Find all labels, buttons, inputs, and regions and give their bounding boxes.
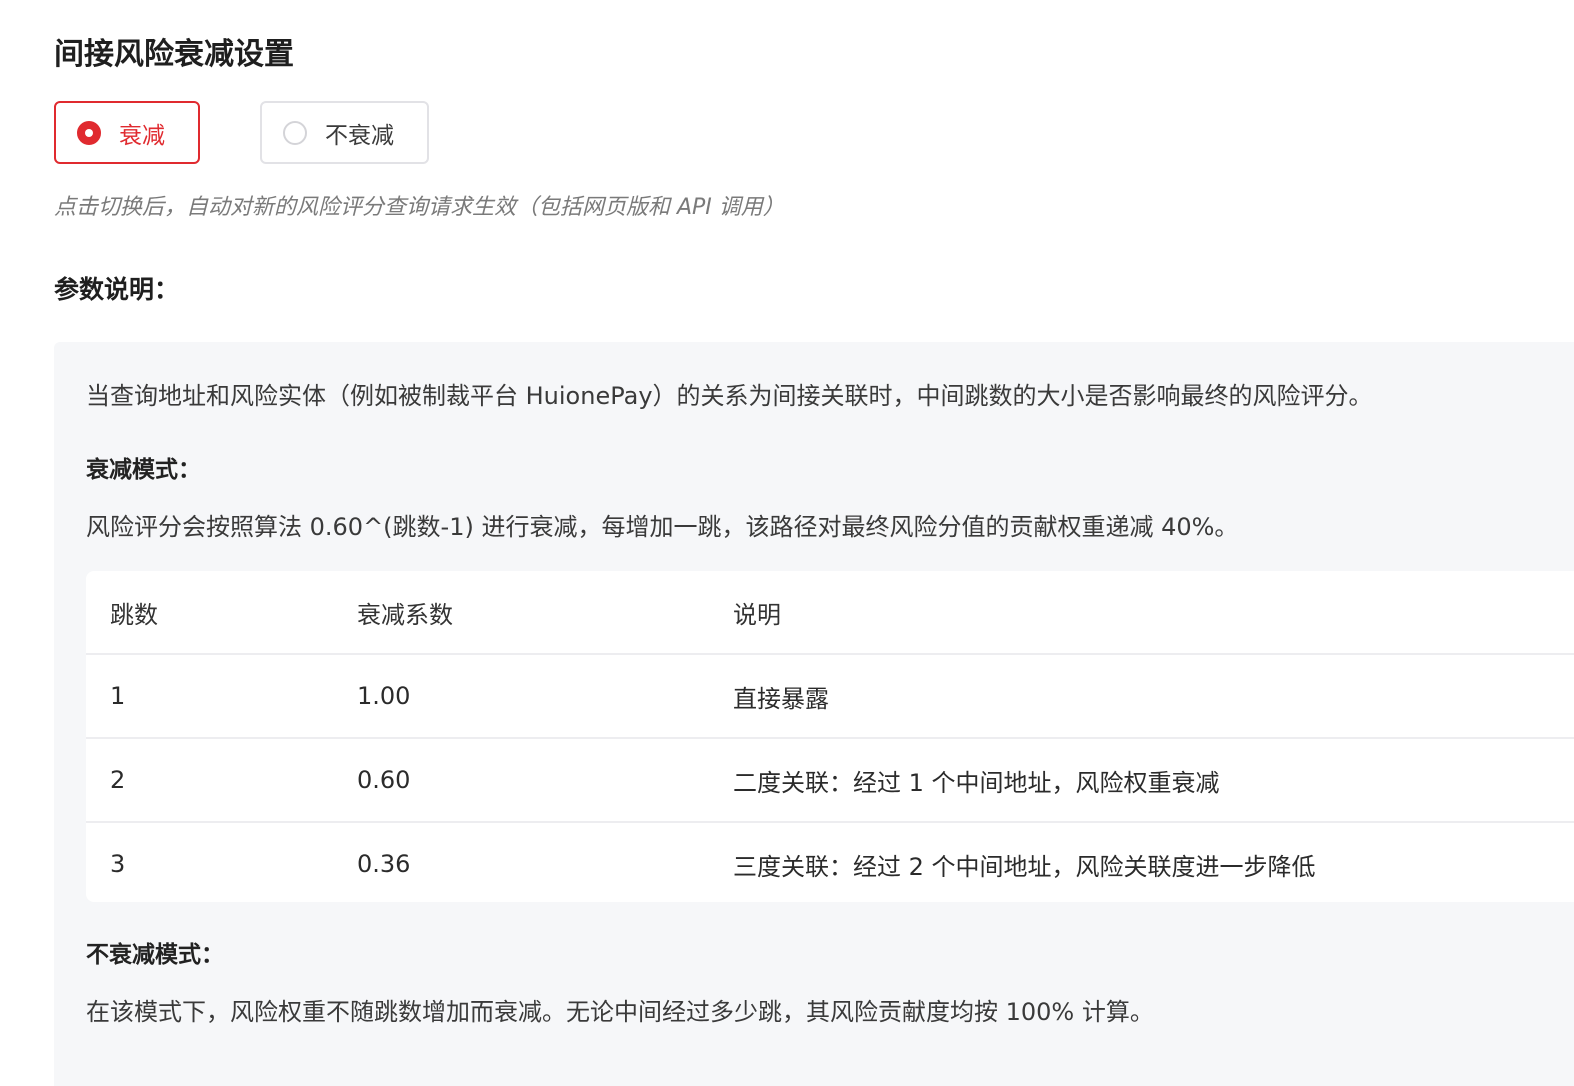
column-header-coefficient: 衰减系数 — [357, 600, 453, 629]
no-decay-mode-heading: 不衰减模式： — [86, 942, 224, 968]
cell-description: 二度关联：经过 1 个中间地址，风险权重衰减 — [709, 737, 1574, 822]
cell-coefficient: 1.00 — [333, 653, 709, 738]
params-panel: 当查询地址和风险实体（例如被制裁平台 HuionePay）的关系为间接关联时，中… — [54, 342, 1574, 1086]
radio-checked-icon[interactable] — [77, 120, 101, 145]
table-row: 3 0.36 三度关联：经过 2 个中间地址，风险关联度进一步降低 — [86, 821, 1574, 902]
page-title: 间接风险衰减设置 — [54, 37, 294, 72]
cell-description: 直接暴露 — [709, 653, 1574, 738]
decay-mode-radio-group: 衰减 不衰减 — [54, 101, 429, 164]
cell-description: 三度关联：经过 2 个中间地址，风险关联度进一步降低 — [709, 821, 1574, 902]
radio-label-decay: 衰减 — [119, 122, 165, 149]
radio-unchecked-icon[interactable] — [283, 120, 307, 145]
no-decay-mode-description: 在该模式下，风险权重不随跳数增加而衰减。无论中间经过多少跳，其风险贡献度均按 1… — [86, 998, 1154, 1026]
column-header-description: 说明 — [733, 600, 781, 629]
params-intro-text: 当查询地址和风险实体（例如被制裁平台 HuionePay）的关系为间接关联时，中… — [86, 382, 1373, 410]
switch-hint-text: 点击切换后，自动对新的风险评分查询请求生效（包括网页版和 API 调用） — [54, 195, 785, 220]
radio-option-decay[interactable]: 衰减 — [54, 101, 200, 164]
cell-coefficient: 0.60 — [333, 737, 709, 822]
params-section-title: 参数说明： — [54, 275, 180, 304]
decay-settings-page: 间接风险衰减设置 衰减 不衰减 点击切换后，自动对新的风险评分查询请求生效（包括… — [0, 0, 1574, 1086]
decay-mode-description: 风险评分会按照算法 0.60^(跳数-1) 进行衰减，每增加一跳，该路径对最终风… — [86, 513, 1239, 541]
decay-table: 跳数 衰减系数 说明 1 1.00 直接暴露 2 0.60 二度关联：经过 1 … — [86, 571, 1574, 902]
radio-option-no-decay[interactable]: 不衰减 — [260, 101, 429, 164]
table-header-row: 跳数 衰减系数 说明 — [86, 571, 1574, 654]
column-header-hops: 跳数 — [110, 600, 158, 629]
cell-hops: 2 — [86, 737, 333, 822]
cell-coefficient: 0.36 — [333, 821, 709, 902]
table-row: 2 0.60 二度关联：经过 1 个中间地址，风险权重衰减 — [86, 737, 1574, 822]
decay-mode-heading: 衰减模式： — [86, 457, 201, 483]
table-row: 1 1.00 直接暴露 — [86, 653, 1574, 738]
cell-hops: 3 — [86, 821, 333, 902]
cell-hops: 1 — [86, 653, 333, 738]
decay-coefficient-table: 跳数 衰减系数 说明 1 1.00 直接暴露 2 0.60 二度关联：经过 1 … — [86, 571, 1574, 902]
radio-label-no-decay: 不衰减 — [325, 122, 394, 149]
